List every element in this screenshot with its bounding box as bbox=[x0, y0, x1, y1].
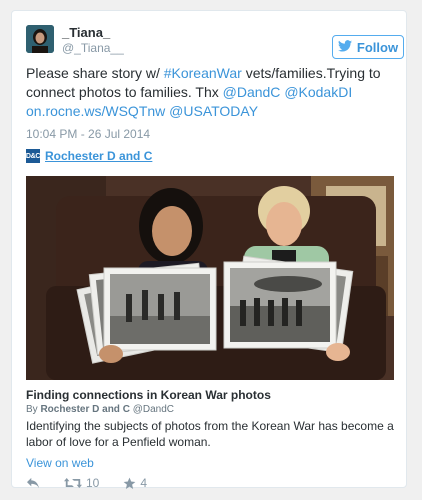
tweet-text: Please share story w/ #KoreanWar vets/fa… bbox=[26, 64, 396, 121]
user-handle[interactable]: @_Tiana__ bbox=[62, 41, 124, 55]
display-name[interactable]: _Tiana_ bbox=[62, 25, 110, 40]
follow-label: Follow bbox=[356, 39, 399, 55]
byline-handle[interactable]: @DandC bbox=[133, 404, 174, 415]
star-icon bbox=[123, 477, 136, 490]
tweet-actions: 10 4 bbox=[26, 475, 171, 491]
reply-button[interactable] bbox=[26, 477, 40, 489]
favorite-button[interactable]: 4 bbox=[123, 476, 147, 490]
retweet-count: 10 bbox=[86, 476, 100, 490]
tweet-timestamp[interactable]: 10:04 PM - 26 Jul 2014 bbox=[26, 127, 150, 141]
tweet-link[interactable]: #KoreanWar bbox=[164, 65, 242, 81]
tweet-link[interactable]: on.rocne.ws/WSQTnw bbox=[26, 103, 165, 119]
favorite-count: 4 bbox=[140, 476, 148, 490]
source-name-link[interactable]: Rochester D and C bbox=[45, 149, 152, 163]
tweet-link[interactable]: @USATODAY bbox=[169, 103, 258, 119]
article-byline: By Rochester D and C @DandC bbox=[26, 404, 174, 415]
card-source: D&C Rochester D and C bbox=[26, 148, 152, 164]
retweet-icon bbox=[64, 477, 82, 489]
follow-button[interactable]: Follow bbox=[332, 35, 404, 59]
twitter-bird-icon bbox=[337, 39, 352, 55]
reply-icon bbox=[26, 477, 40, 489]
tweet-text-segment: Please share story w/ bbox=[26, 65, 164, 81]
card-photo[interactable] bbox=[26, 176, 394, 380]
tweet-header: _Tiana_ @_Tiana__ Follow bbox=[26, 25, 404, 59]
byline-prefix: By bbox=[26, 404, 38, 415]
tweet-link[interactable]: @KodakDI bbox=[284, 84, 352, 100]
source-logo: D&C bbox=[26, 149, 40, 163]
retweet-button[interactable]: 10 bbox=[64, 476, 99, 490]
avatar[interactable] bbox=[26, 25, 54, 53]
view-on-web-link[interactable]: View on web bbox=[26, 456, 94, 470]
tweet-card: _Tiana_ @_Tiana__ Follow Please share st… bbox=[11, 10, 407, 491]
byline-author[interactable]: Rochester D and C bbox=[40, 404, 129, 415]
article-summary: Identifying the subjects of photos from … bbox=[26, 419, 394, 449]
tweet-link[interactable]: @DandC bbox=[223, 84, 281, 100]
article-title[interactable]: Finding connections in Korean War photos bbox=[26, 388, 271, 402]
